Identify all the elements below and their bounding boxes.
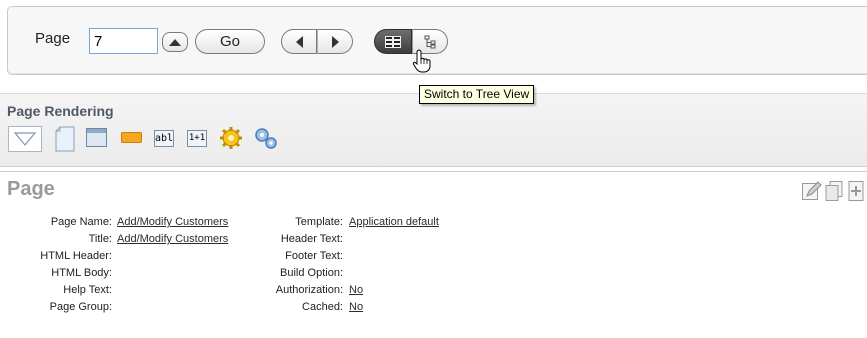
html-header-label: HTML Header: (40, 250, 112, 262)
gear-icon[interactable] (219, 126, 243, 150)
cached-label: Cached: (302, 301, 343, 313)
title-link[interactable]: Add/Modify Customers (117, 231, 228, 247)
template-link[interactable]: Application default (349, 214, 439, 230)
list-view-icon (385, 35, 401, 48)
header-text-label: Header Text: (280, 233, 343, 245)
help-text-label: Help Text: (63, 284, 112, 296)
footer-text-label: Footer Text: (285, 250, 343, 262)
page-name-link[interactable]: Add/Modify Customers (117, 214, 228, 230)
build-option-label: Build Option: (280, 267, 343, 279)
title-label: Title: (88, 233, 112, 245)
region-icon[interactable] (86, 126, 108, 148)
page-navigation-toolbar: Page Go (7, 6, 867, 75)
process-icon[interactable] (253, 126, 279, 150)
html-body-label: HTML Body: (51, 267, 112, 279)
page-label: Page (35, 30, 71, 47)
text-item-icon[interactable]: abl (154, 130, 174, 147)
page-icon[interactable] (55, 126, 75, 152)
computation-icon[interactable]: 1+1 (187, 130, 207, 147)
authorization-link[interactable]: No (349, 282, 363, 298)
triangle-right-icon (331, 35, 339, 48)
next-page-button[interactable] (317, 29, 353, 54)
page-region-title: Page (7, 178, 55, 200)
page-number-input[interactable] (89, 28, 158, 54)
triangle-left-icon (295, 35, 303, 48)
hand-cursor-icon (412, 49, 431, 73)
go-button[interactable]: Go (195, 29, 265, 54)
tree-view-icon (424, 35, 435, 48)
page-attributes-region: Page Page Name: Title: HTML Header: HTML… (0, 171, 867, 338)
page-up-button[interactable] (162, 32, 188, 52)
edit-icon[interactable] (801, 180, 823, 202)
page-group-label: Page Group: (49, 301, 112, 313)
page-rendering-title: Page Rendering (7, 103, 114, 119)
template-label: Template: (295, 216, 343, 228)
create-icon[interactable] (845, 180, 867, 202)
page-rendering-panel: Page Rendering abl 1+1 (0, 93, 867, 167)
previous-page-button[interactable] (281, 29, 317, 54)
component-view-button[interactable] (374, 29, 412, 54)
tree-view-tooltip: Switch to Tree View (419, 85, 535, 104)
triangle-up-icon (169, 38, 181, 46)
authorization-label: Authorization: (275, 284, 343, 296)
button-icon[interactable] (121, 126, 143, 148)
copy-icon[interactable] (823, 180, 845, 202)
cached-link[interactable]: No (349, 299, 363, 315)
triangle-down-icon[interactable] (8, 126, 42, 152)
page-name-label: Page Name: (50, 216, 112, 228)
